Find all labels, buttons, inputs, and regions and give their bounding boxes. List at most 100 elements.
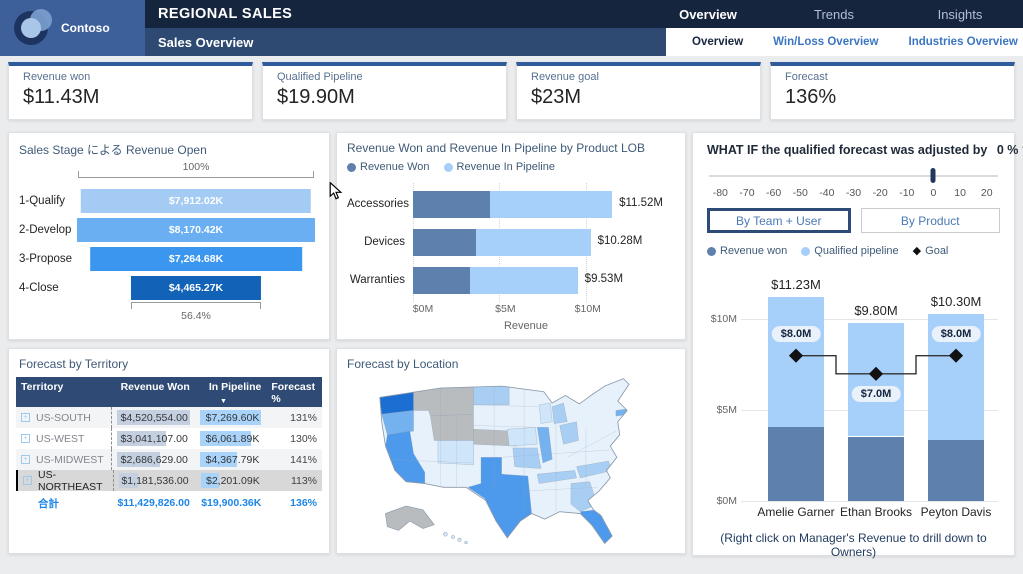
slider-tick--50: -50 bbox=[787, 187, 814, 199]
state-hi[interactable] bbox=[451, 535, 454, 538]
state-wa[interactable] bbox=[378, 384, 414, 414]
tab-insights[interactable]: Insights bbox=[897, 0, 1023, 28]
funnel-stage-label: 1-Qualify bbox=[19, 195, 77, 207]
expand-icon[interactable]: + bbox=[21, 455, 30, 464]
revenue-won-value: $3,041,107.00 bbox=[121, 433, 188, 445]
kpi-label: Revenue goal bbox=[531, 71, 760, 83]
lob-axis-title: Revenue bbox=[337, 320, 685, 332]
column-header-territory[interactable]: Territory bbox=[16, 377, 111, 407]
revenue-won-cell: $1,181,536.00 bbox=[113, 470, 196, 491]
table-header-row: TerritoryRevenue WonIn PipelineForecast … bbox=[16, 377, 322, 407]
x-tick-label: $10M bbox=[575, 303, 601, 315]
y-tick-label: $10M bbox=[705, 313, 737, 325]
slider-tick--80: -80 bbox=[707, 187, 734, 199]
lob-pipeline-segment[interactable] bbox=[490, 191, 612, 218]
slider-tick--10: -10 bbox=[893, 187, 920, 199]
revenue-won-cell: $4,520,554.00 bbox=[111, 407, 194, 428]
table-row-us-midwest[interactable]: +US-MIDWEST$2,686,629.00$4,367.79K141% bbox=[16, 449, 322, 470]
slider-tick-20: 20 bbox=[973, 187, 1000, 199]
goal-diamond[interactable] bbox=[949, 349, 963, 363]
kpi-value: 136% bbox=[785, 86, 1014, 109]
revenue-won-cell: $3,041,107.00 bbox=[111, 428, 194, 449]
goal-diamond[interactable] bbox=[789, 349, 803, 363]
lob-won-segment[interactable] bbox=[413, 267, 470, 294]
in-pipeline-cell: $6,061.89K bbox=[195, 428, 267, 449]
in-pipeline-value: $4,367.79K bbox=[206, 454, 260, 466]
funnel-stage-row: 2-Develop$8,170.42K bbox=[19, 215, 315, 244]
subtitle-bar: Sales Overview OverviewWin/Loss Overview… bbox=[145, 28, 1023, 56]
state-ak[interactable] bbox=[385, 506, 434, 530]
total-label-cell: 合計 bbox=[16, 491, 111, 515]
lob-won-segment[interactable] bbox=[413, 191, 490, 218]
lob-total-label: $11.52M bbox=[619, 197, 663, 209]
subtab-industries-overview[interactable]: Industries Overview bbox=[909, 36, 1018, 48]
funnel-bar-4-close[interactable]: $4,465.27K bbox=[131, 276, 261, 300]
funnel-bar-3-propose[interactable]: $7,264.68K bbox=[90, 247, 302, 271]
x-tick-label: $0M bbox=[413, 303, 433, 315]
kpi-value: $23M bbox=[531, 86, 760, 109]
y-tick-label: $0M bbox=[705, 495, 737, 507]
kpi-label: Revenue won bbox=[23, 71, 252, 83]
funnel-bar-value: $7,912.02K bbox=[169, 195, 223, 207]
state-co[interactable] bbox=[438, 440, 474, 464]
state-nd[interactable] bbox=[474, 384, 510, 405]
funnel-bar-2-develop[interactable]: $8,170.42K bbox=[77, 218, 315, 242]
territory-table: TerritoryRevenue WonIn PipelineForecast … bbox=[16, 377, 322, 515]
brand-card: Contoso bbox=[0, 0, 145, 56]
kpi-card-qualified-pipeline: Qualified Pipeline$19.90M bbox=[262, 62, 507, 120]
territory-cell: +US-MIDWEST bbox=[16, 449, 111, 470]
lob-pipeline-segment[interactable] bbox=[476, 229, 590, 256]
expand-icon[interactable]: + bbox=[21, 434, 30, 443]
legend-item-goal: ◆ Goal bbox=[913, 245, 949, 257]
funnel-bar-1-qualify[interactable]: $7,912.02K bbox=[81, 189, 311, 213]
legend-label: Goal bbox=[925, 245, 948, 257]
goal-diamond[interactable] bbox=[869, 367, 883, 381]
state-hi[interactable] bbox=[458, 538, 462, 542]
slider-tick--60: -60 bbox=[760, 187, 787, 199]
subtab-win-loss-overview[interactable]: Win/Loss Overview bbox=[773, 36, 878, 48]
tab-trends[interactable]: Trends bbox=[771, 0, 897, 28]
table-row-us-south[interactable]: +US-SOUTH$4,520,554.00$7,269.60K131% bbox=[16, 407, 322, 428]
slider-track[interactable] bbox=[709, 175, 998, 177]
column-header-in-pipeline[interactable]: In Pipeline bbox=[195, 377, 267, 407]
legend-dot-icon bbox=[801, 247, 810, 256]
button-by-product[interactable]: By Product bbox=[861, 208, 1001, 233]
manager-name-label: Amelie Garner bbox=[757, 505, 834, 519]
state-ia[interactable] bbox=[507, 427, 537, 446]
manager-legend: Revenue wonQualified pipeline◆Goal bbox=[707, 245, 1000, 257]
slider-handle[interactable] bbox=[931, 168, 936, 183]
manager-plot: $0M$5M$10M$11.23M$9.80M$10.30M$8.0M$7.0M… bbox=[741, 283, 998, 501]
state-hi[interactable] bbox=[443, 532, 447, 536]
expand-icon[interactable]: + bbox=[23, 476, 32, 485]
lob-won-segment[interactable] bbox=[413, 229, 476, 256]
whatif-slider[interactable] bbox=[707, 167, 1000, 185]
tab-overview[interactable]: Overview bbox=[645, 0, 771, 28]
button-by-team-user[interactable]: By Team + User bbox=[707, 208, 851, 233]
subtab-overview[interactable]: Overview bbox=[692, 36, 743, 48]
state-wi[interactable] bbox=[539, 403, 552, 424]
column-header-forecast-[interactable]: Forecast % bbox=[266, 377, 322, 407]
title-bar: REGIONAL SALES OverviewTrendsInsights bbox=[145, 0, 1023, 28]
mouse-cursor-icon bbox=[329, 182, 343, 205]
forecast-cell: 113% bbox=[267, 470, 322, 491]
lob-x-axis: $0M$5M$10M bbox=[423, 303, 629, 317]
legend-item-revenue-won: Revenue Won bbox=[347, 161, 430, 173]
state-mo[interactable] bbox=[513, 448, 541, 469]
expand-icon[interactable]: + bbox=[21, 413, 30, 422]
table-row-us-northeast[interactable]: +US-NORTHEAST$1,181,536.00$2,201.09K113% bbox=[16, 470, 322, 491]
goal-diamond-icon: ◆ bbox=[913, 247, 921, 256]
funnel-stage-row: 1-Qualify $7,912.02K bbox=[19, 186, 315, 215]
manager-name-label: Peyton Davis bbox=[921, 505, 992, 519]
state-wy[interactable] bbox=[430, 414, 473, 440]
state-hi[interactable] bbox=[465, 541, 468, 544]
legend-item-qualified-pipeline: Qualified pipeline bbox=[801, 245, 898, 257]
territory-cell: +US-SOUTH bbox=[16, 407, 111, 428]
kpi-card-revenue-won: Revenue won$11.43M bbox=[8, 62, 253, 120]
lob-pipeline-segment[interactable] bbox=[470, 267, 578, 294]
kpi-card-revenue-goal: Revenue goal $23M bbox=[516, 62, 761, 120]
forecast-cell: 130% bbox=[266, 428, 322, 449]
table-row-us-west[interactable]: +US-WEST$3,041,107.00$6,061.89K130% bbox=[16, 428, 322, 449]
column-header-revenue-won[interactable]: Revenue Won bbox=[111, 377, 194, 407]
slider-tick--20: -20 bbox=[867, 187, 894, 199]
manager-chart: $0M$5M$10M$11.23M$9.80M$10.30M$8.0M$7.0M… bbox=[707, 283, 1000, 501]
